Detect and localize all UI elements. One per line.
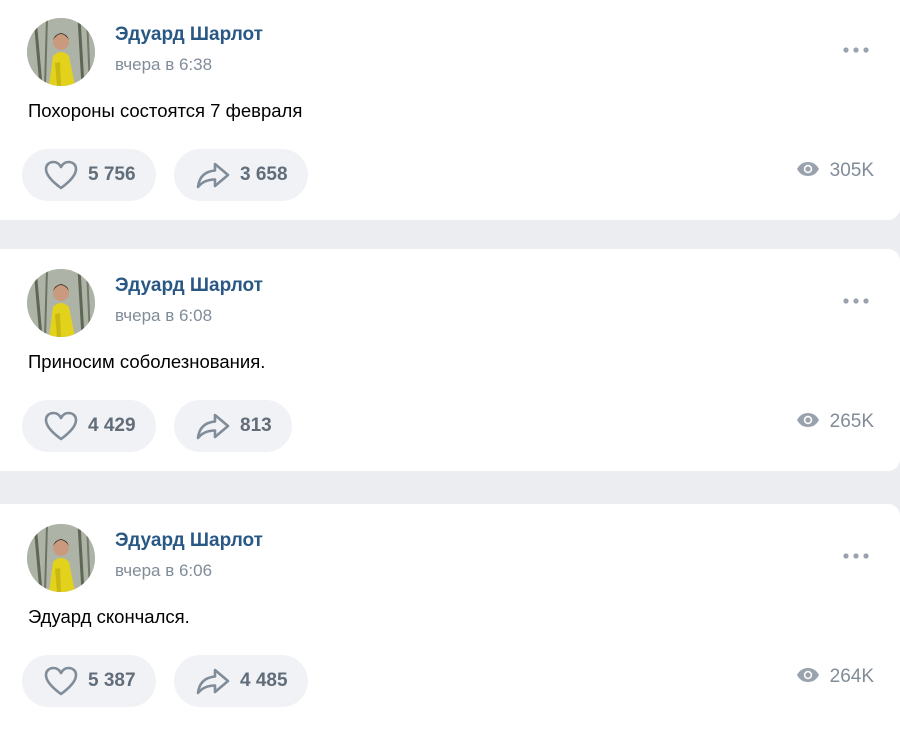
eye-icon xyxy=(796,667,820,688)
share-arrow-icon xyxy=(196,161,230,189)
post-time[interactable]: вчера в 6:08 xyxy=(115,306,212,326)
avatar-photo xyxy=(27,18,95,86)
post-card: Эдуард Шарлот вчера в 6:06 Эдуард сконча… xyxy=(0,504,900,744)
share-count: 3 658 xyxy=(240,164,288,185)
share-button[interactable]: 3 658 xyxy=(174,149,308,201)
like-button[interactable]: 5 387 xyxy=(22,655,156,707)
avatar[interactable] xyxy=(27,18,95,86)
post-author-link[interactable]: Эдуард Шарлот xyxy=(115,24,263,46)
share-arrow-icon xyxy=(196,667,230,695)
views-count: 264K xyxy=(829,666,874,687)
post-time[interactable]: вчера в 6:38 xyxy=(115,55,212,75)
post-card: Эдуард Шарлот вчера в 6:08 Приносим собо… xyxy=(0,249,900,471)
views-counter: 265K xyxy=(796,411,874,433)
post-text: Приносим соболезнования. xyxy=(28,351,266,372)
like-count: 5 387 xyxy=(88,670,136,691)
heart-icon xyxy=(44,666,78,696)
eye-icon xyxy=(796,412,820,433)
like-count: 5 756 xyxy=(88,164,136,185)
share-arrow-icon xyxy=(196,412,230,440)
post-card: Эдуард Шарлот вчера в 6:38 Похороны сост… xyxy=(0,0,900,220)
more-dots-icon[interactable] xyxy=(840,40,872,60)
avatar[interactable] xyxy=(27,269,95,337)
like-button[interactable]: 5 756 xyxy=(22,149,156,201)
like-count: 4 429 xyxy=(88,415,136,436)
share-count: 4 485 xyxy=(240,670,288,691)
share-count: 813 xyxy=(240,415,272,436)
heart-icon xyxy=(44,160,78,190)
more-dots-icon[interactable] xyxy=(840,546,872,566)
like-button[interactable]: 4 429 xyxy=(22,400,156,452)
views-count: 305K xyxy=(829,160,874,181)
eye-icon xyxy=(796,161,820,182)
avatar[interactable] xyxy=(27,524,95,592)
avatar-photo xyxy=(27,524,95,592)
share-button[interactable]: 4 485 xyxy=(174,655,308,707)
post-text: Эдуард скончался. xyxy=(28,606,190,627)
share-button[interactable]: 813 xyxy=(174,400,292,452)
post-text: Похороны состоятся 7 февраля xyxy=(28,100,303,121)
avatar-photo xyxy=(27,269,95,337)
post-author-link[interactable]: Эдуард Шарлот xyxy=(115,530,263,552)
more-dots-icon[interactable] xyxy=(840,291,872,311)
views-counter: 264K xyxy=(796,666,874,688)
post-time[interactable]: вчера в 6:06 xyxy=(115,561,212,581)
post-author-link[interactable]: Эдуард Шарлот xyxy=(115,275,263,297)
heart-icon xyxy=(44,411,78,441)
views-counter: 305K xyxy=(796,160,874,182)
views-count: 265K xyxy=(829,411,874,432)
